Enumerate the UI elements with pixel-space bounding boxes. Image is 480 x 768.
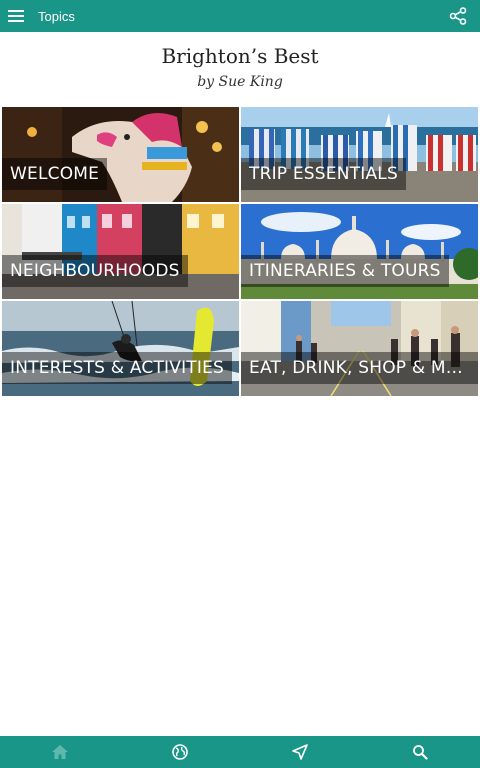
globe-icon[interactable] xyxy=(160,736,200,768)
topic-tile-welcome[interactable]: WELCOME xyxy=(2,107,239,202)
app-bar-title: Topics xyxy=(38,8,75,24)
book-title: Brighton’s Best xyxy=(161,44,319,68)
home-icon[interactable] xyxy=(40,736,80,768)
topic-label: TRIP ESSENTIALS xyxy=(249,164,398,184)
topic-label-bar: NEIGHBOURHOODS xyxy=(2,255,188,287)
navigate-icon[interactable] xyxy=(280,736,320,768)
topic-label-bar: EAT, DRINK, SHOP & MO... xyxy=(241,352,478,384)
topic-label: ITINERARIES & TOURS xyxy=(249,261,441,281)
topic-label-bar: WELCOME xyxy=(2,158,108,190)
topic-tile-trip-essentials[interactable]: TRIP ESSENTIALS xyxy=(241,107,478,202)
search-icon[interactable] xyxy=(400,736,440,768)
bottom-navigation-bar xyxy=(0,736,480,768)
topic-label-bar: TRIP ESSENTIALS xyxy=(241,158,406,190)
topic-label: INTERESTS & ACTIVITIES xyxy=(10,358,225,378)
topics-grid: WELCOME TRIP ESSENTIALS NEIGHBOURHOODS I… xyxy=(2,107,478,396)
app-bar: Topics xyxy=(0,0,480,32)
topic-label: WELCOME xyxy=(10,164,100,184)
topic-label: NEIGHBOURHOODS xyxy=(10,261,180,281)
topic-label-bar: INTERESTS & ACTIVITIES xyxy=(2,352,233,384)
topic-tile-itineraries-tours[interactable]: ITINERARIES & TOURS xyxy=(241,204,478,299)
hamburger-menu-icon[interactable] xyxy=(0,0,32,32)
share-icon[interactable] xyxy=(446,4,470,28)
topic-tile-eat-drink-shop[interactable]: EAT, DRINK, SHOP & MO... xyxy=(241,301,478,396)
topic-label: EAT, DRINK, SHOP & MO... xyxy=(249,358,470,378)
book-author: by Sue King xyxy=(197,74,283,90)
topic-tile-neighbourhoods[interactable]: NEIGHBOURHOODS xyxy=(2,204,239,299)
topic-tile-interests-activities[interactable]: INTERESTS & ACTIVITIES xyxy=(2,301,239,396)
topic-label-bar: ITINERARIES & TOURS xyxy=(241,255,449,287)
